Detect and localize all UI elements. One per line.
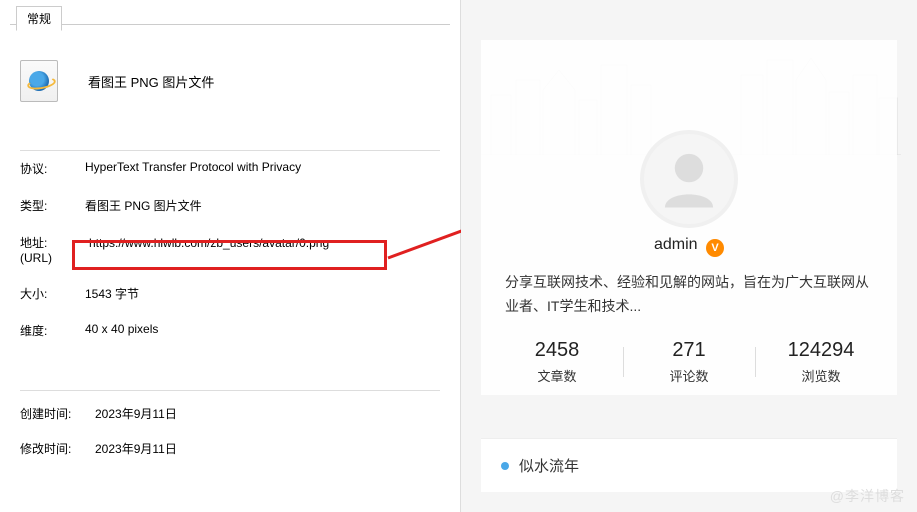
bullet-icon [501, 462, 509, 470]
file-header-row: 看图王 PNG 图片文件 [20, 60, 214, 102]
tab-general[interactable]: 常规 [16, 6, 62, 31]
dimensions-value: 40 x 40 pixels [85, 322, 158, 336]
profile-bio: 分享互联网技术、经验和见解的网站，旨在为广大互联网从业者、IT学生和技术... [505, 271, 873, 319]
url-value[interactable]: https://www.hlwlb.com/zb_users/avatar/0.… [85, 234, 333, 252]
username[interactable]: admin [654, 236, 698, 253]
protocol-value: HyperText Transfer Protocol with Privacy [85, 160, 301, 174]
user-icon [654, 144, 724, 214]
username-row: admin V [481, 236, 897, 257]
profile-card: admin V 分享互联网技术、经验和见解的网站，旨在为广大互联网从业者、IT学… [481, 40, 897, 395]
file-title: 看图王 PNG 图片文件 [88, 72, 214, 91]
avatar[interactable] [640, 130, 738, 228]
stat-views[interactable]: 124294 浏览数 [755, 339, 887, 385]
divider [20, 390, 440, 391]
divider [20, 150, 440, 151]
type-value: 看图王 PNG 图片文件 [85, 197, 202, 214]
type-label: 类型: [20, 197, 85, 214]
size-label: 大小: [20, 285, 85, 302]
properties-dialog: 常规 看图王 PNG 图片文件 协议: HyperText Transfer P… [0, 0, 461, 512]
tab-underline [10, 24, 450, 25]
stat-label: 文章数 [491, 366, 623, 385]
file-type-icon [20, 60, 58, 102]
dimensions-label: 维度: [20, 322, 85, 339]
verified-badge-icon: V [706, 239, 724, 257]
modified-value: 2023年9月11日 [95, 440, 177, 457]
dates-block: 创建时间: 2023年9月11日 修改时间: 2023年9月11日 [20, 405, 177, 475]
watermark: @李洋博客 [830, 486, 905, 506]
stat-num: 124294 [755, 339, 887, 362]
stat-label: 浏览数 [755, 366, 887, 385]
property-list: 协议: HyperText Transfer Protocol with Pri… [20, 160, 333, 359]
stat-posts[interactable]: 2458 文章数 [491, 339, 623, 385]
protocol-label: 协议: [20, 160, 85, 177]
size-value: 1543 字节 [85, 285, 139, 302]
stat-num: 271 [623, 339, 755, 362]
section-header[interactable]: 似水流年 [481, 438, 897, 492]
blog-sidebar: admin V 分享互联网技术、经验和见解的网站，旨在为广大互联网从业者、IT学… [461, 0, 917, 512]
section-title: 似水流年 [519, 455, 579, 476]
stat-comments[interactable]: 271 评论数 [623, 339, 755, 385]
created-value: 2023年9月11日 [95, 405, 177, 422]
stat-num: 2458 [491, 339, 623, 362]
url-label: 地址: (URL) [20, 234, 85, 265]
stat-label: 评论数 [623, 366, 755, 385]
modified-label: 修改时间: [20, 440, 95, 457]
profile-stats: 2458 文章数 271 评论数 124294 浏览数 [491, 339, 887, 385]
created-label: 创建时间: [20, 405, 95, 422]
